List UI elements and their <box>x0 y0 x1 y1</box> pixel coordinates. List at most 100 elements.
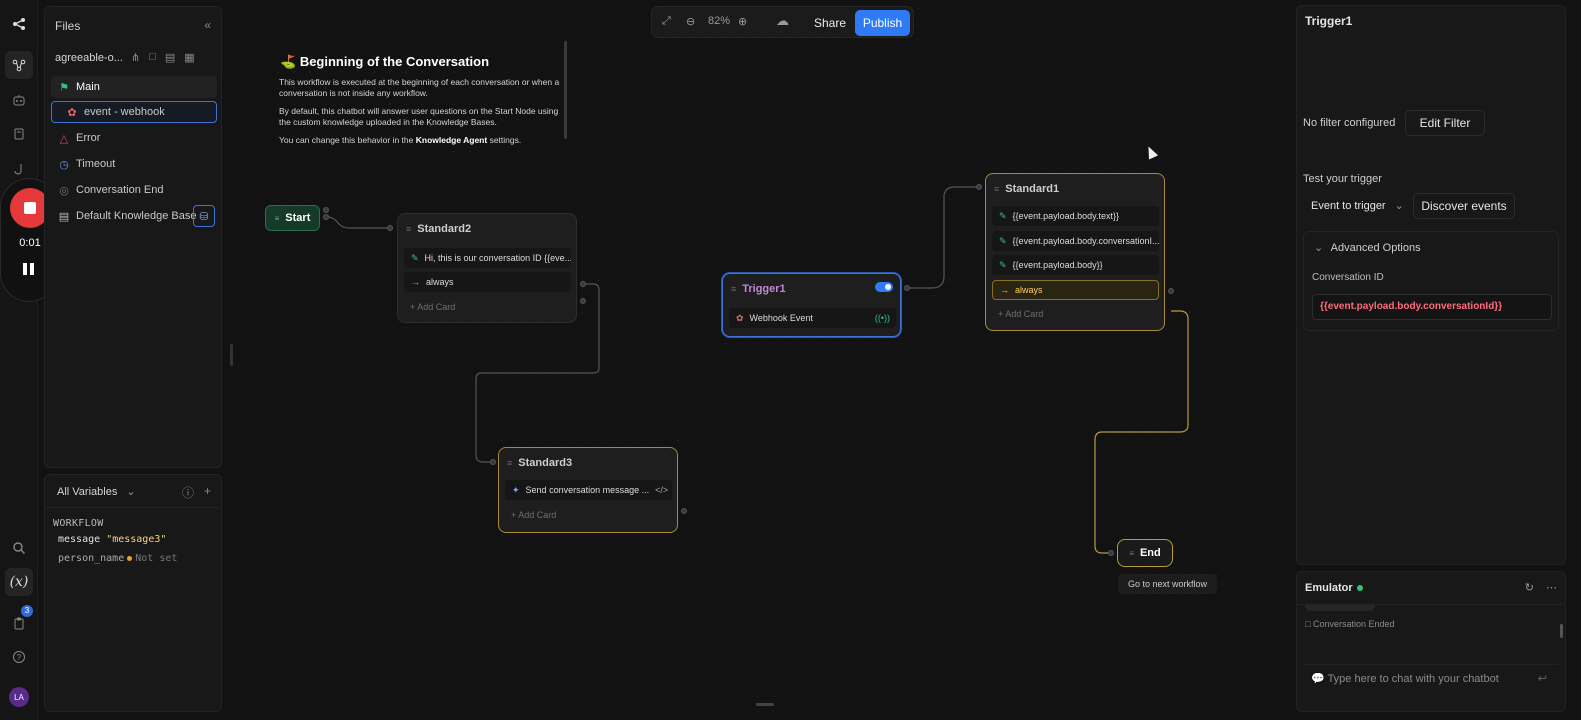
book-icon[interactable] <box>5 120 33 148</box>
database-icon[interactable]: ⛁ <box>193 205 215 227</box>
file-item-error[interactable]: △ Error <box>51 127 217 149</box>
add-card-button[interactable]: + Add Card <box>410 302 455 312</box>
svg-text:?: ? <box>17 653 22 662</box>
share-nodes-icon[interactable] <box>5 10 33 38</box>
node-port[interactable] <box>1108 550 1114 556</box>
add-card-button[interactable]: + Add Card <box>511 510 556 520</box>
standard1-node[interactable]: ≡ Standard1 ✎ {{event.payload.body.text}} … <box>985 173 1165 331</box>
arrow-icon: → <box>1000 285 1009 295</box>
message-card[interactable]: ✎ Hi, this is our conversation ID {{eve..… <box>404 248 571 268</box>
share-button[interactable]: Share <box>806 11 854 35</box>
node-port[interactable] <box>580 298 586 304</box>
webhook-icon: ✿ <box>736 312 744 323</box>
note-paragraph: By default, this chatbot will answer use… <box>279 106 559 127</box>
advanced-options-toggle[interactable]: ⌄ Advanced Options <box>1314 241 1421 254</box>
workflow-note[interactable]: ⛳ Beginning of the Conversation This wor… <box>270 46 560 156</box>
flag-icon: ⚑ <box>59 81 69 94</box>
zoom-out-icon[interactable]: ⊖ <box>686 15 695 28</box>
code-card[interactable]: ✦ Send conversation message ... </> <box>505 480 672 500</box>
message-card[interactable]: ✎ {{event.payload.body.text}} <box>992 206 1159 226</box>
note-paragraph: You can change this behavior in the Know… <box>279 135 522 145</box>
publish-button[interactable]: Publish <box>855 10 910 36</box>
discover-events-button[interactable]: Discover events <box>1413 193 1515 219</box>
start-node[interactable]: ≡ Start <box>265 205 320 231</box>
help-icon[interactable]: ? <box>5 643 33 671</box>
add-icon[interactable]: + <box>204 484 211 501</box>
conversation-id-input[interactable]: {{event.payload.body.conversationId}} <box>1312 294 1552 320</box>
search-icon[interactable] <box>5 534 33 562</box>
collapse-icon[interactable]: « <box>204 18 211 32</box>
fit-view-icon[interactable]: ⤢ <box>662 15 671 28</box>
filter-status: No filter configured <box>1303 117 1396 129</box>
file-label: Conversation End <box>76 184 164 196</box>
message-icon: ✎ <box>999 210 1007 221</box>
zoom-in-icon[interactable]: ⊕ <box>738 15 747 28</box>
bot-icon[interactable] <box>5 86 33 114</box>
node-port[interactable] <box>323 214 329 220</box>
advanced-options-section: ⌄ Advanced Options Conversation ID {{eve… <box>1303 231 1559 331</box>
file-label: Timeout <box>76 158 116 170</box>
grip-icon: ≡ <box>1129 548 1134 558</box>
trigger-toggle[interactable] <box>875 282 893 292</box>
standard2-node[interactable]: ≡ Standard2 ✎ Hi, this is our conversation… <box>397 213 577 323</box>
inspector-panel: Trigger1 No filter configured Edit Filte… <box>1296 5 1566 565</box>
panel-resize-handle[interactable] <box>230 344 233 366</box>
refresh-icon[interactable]: ↻ <box>1525 581 1534 594</box>
avatar[interactable]: LA <box>9 687 29 707</box>
help-icon[interactable]: ⓘ <box>182 484 194 501</box>
node-port[interactable] <box>976 184 982 190</box>
cloud-icon[interactable]: ☁ <box>776 13 789 29</box>
bottom-resize-handle[interactable] <box>756 703 774 706</box>
new-folder-icon[interactable]: □ <box>149 51 156 64</box>
more-icon[interactable]: ⋯ <box>1546 581 1557 594</box>
node-port[interactable] <box>1168 288 1174 294</box>
chat-bubble <box>1305 605 1375 611</box>
emulator-panel: Emulator ↻ ⋯ □ Conversation Ended 💬 Type… <box>1296 571 1566 712</box>
send-icon[interactable]: ↩ <box>1538 665 1547 693</box>
clipboard-icon[interactable]: 3 <box>5 605 33 637</box>
project-name[interactable]: agreeable-o... <box>55 52 123 64</box>
file-item-timeout[interactable]: ◷ Timeout <box>51 153 217 175</box>
variable-row[interactable]: message "message3" <box>58 534 166 545</box>
files-panel: Files « agreeable-o... ⋔ □ ▤ ▦ ⚑ Main ✿ … <box>44 6 222 468</box>
node-port[interactable] <box>387 225 393 231</box>
message-icon: ✎ <box>999 259 1007 270</box>
library-icon[interactable]: ▤ <box>165 51 175 64</box>
file-item-event-webhook[interactable]: ✿ event - webhook <box>51 101 217 123</box>
chevron-down-icon: ⌄ <box>1314 242 1324 254</box>
event-select[interactable]: Event to trigger ⌄ <box>1303 193 1412 219</box>
message-card[interactable]: ✎ {{event.payload.body}} <box>992 255 1159 275</box>
variable-row[interactable]: person_name Not set <box>58 553 177 564</box>
pause-icon[interactable] <box>23 263 37 277</box>
canvas-toolbar: ⤢ ⊖ 82% ⊕ ☁ Share Publish <box>651 6 914 38</box>
edit-filter-button[interactable]: Edit Filter <box>1405 110 1485 136</box>
condition-card[interactable]: → always <box>992 280 1159 300</box>
grip-icon: ≡ <box>274 213 280 223</box>
trigger1-node[interactable]: ≡ Trigger1 ✿ Webhook Event ((•)) <box>722 273 901 337</box>
condition-card[interactable]: → always <box>404 272 571 292</box>
variables-dropdown[interactable]: All Variables ⌄ <box>57 485 136 498</box>
end-node[interactable]: ≡ End <box>1117 539 1173 567</box>
node-title: ≡ Standard2 <box>406 223 472 235</box>
variables-icon[interactable]: (x) <box>5 568 33 596</box>
file-item-conversation-end[interactable]: ◎ Conversation End <box>51 179 217 201</box>
note-scrollbar[interactable] <box>564 41 567 139</box>
workflow-icon[interactable] <box>5 51 33 79</box>
note-paragraph: This workflow is executed at the beginni… <box>279 77 560 98</box>
branch-icon[interactable]: ⋔ <box>131 51 140 64</box>
node-port[interactable] <box>580 281 586 287</box>
file-label: event - webhook <box>84 106 165 118</box>
clock-icon: ◷ <box>59 158 69 171</box>
node-port[interactable] <box>904 285 910 291</box>
standard3-node[interactable]: ≡ Standard3 ✦ Send conversation message ..… <box>498 447 678 533</box>
node-port[interactable] <box>490 459 496 465</box>
emulator-scrollbar[interactable] <box>1560 624 1563 638</box>
node-port[interactable] <box>323 207 329 213</box>
message-card[interactable]: ✎ {{event.payload.body.conversationI... <box>992 231 1159 251</box>
table-icon[interactable]: ▦ <box>184 51 194 64</box>
add-card-button[interactable]: + Add Card <box>998 309 1043 319</box>
chat-input[interactable]: 💬 Type here to chat with your chatbot ↩ <box>1303 664 1559 692</box>
node-port[interactable] <box>681 508 687 514</box>
file-item-main[interactable]: ⚑ Main <box>51 76 217 98</box>
webhook-event-card[interactable]: ✿ Webhook Event ((•)) <box>729 308 896 328</box>
